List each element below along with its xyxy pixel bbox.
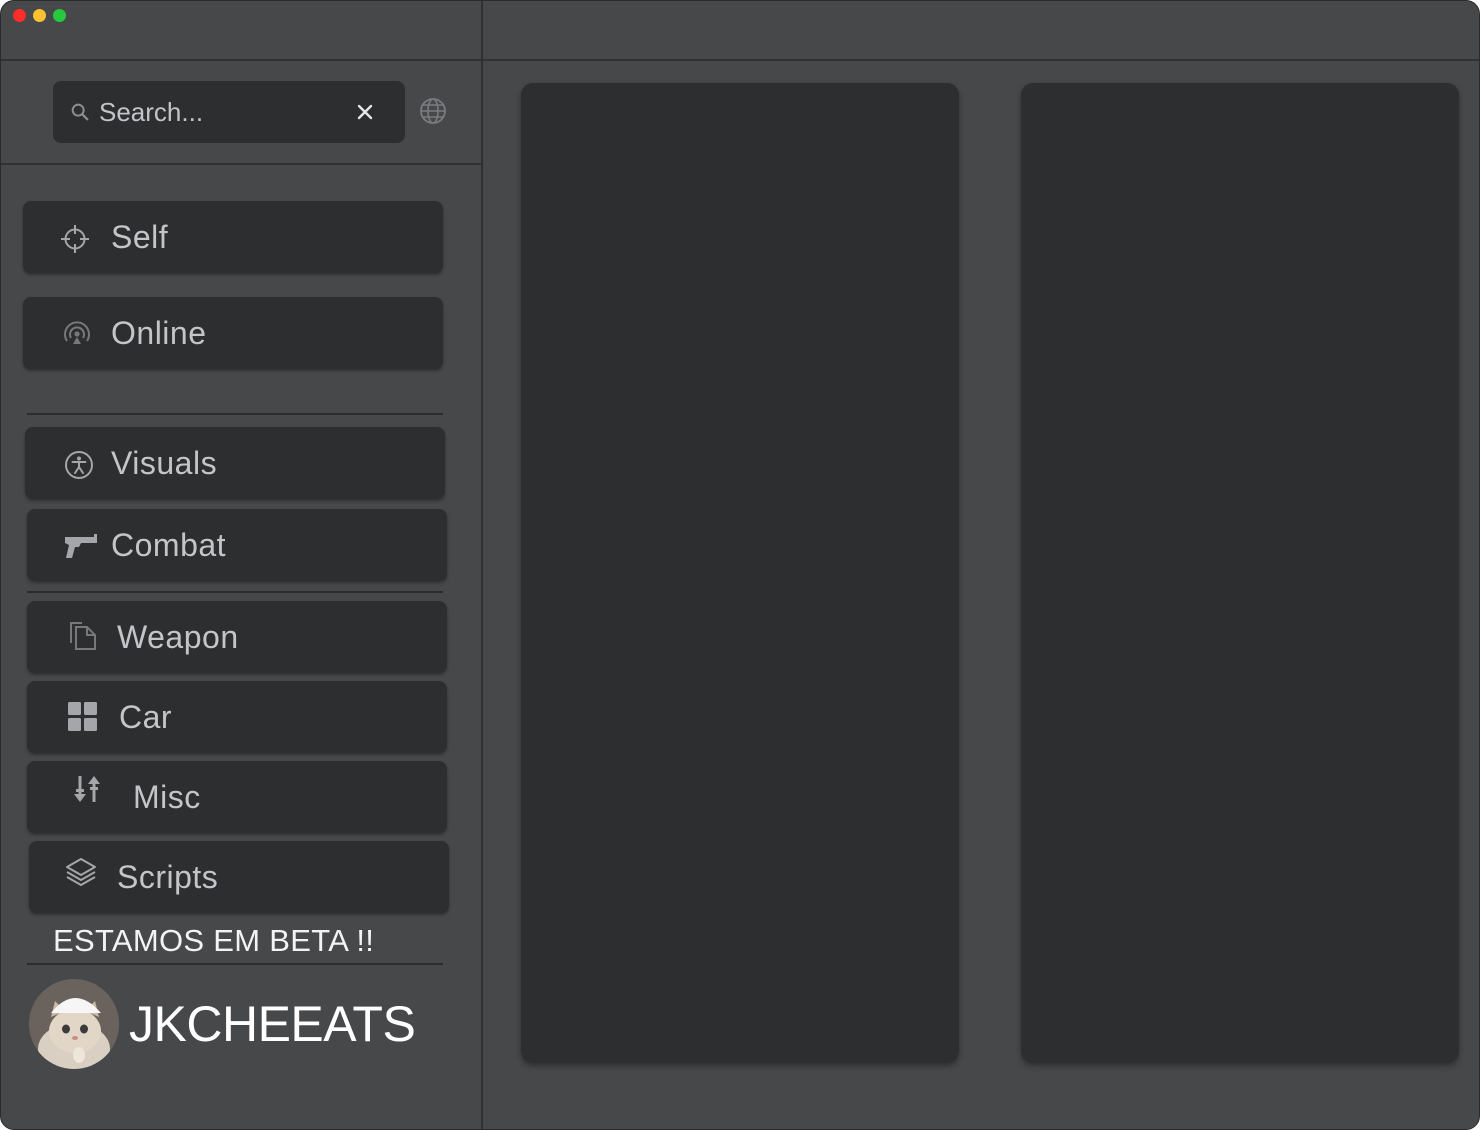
pistol-icon <box>65 534 97 558</box>
globe-icon[interactable] <box>419 97 447 125</box>
search-divider <box>1 163 481 165</box>
content-panel-left <box>521 83 959 1063</box>
nav-weapon-label: Weapon <box>117 619 239 655</box>
content-panel-right <box>1021 83 1459 1063</box>
beta-notice: ESTAMOS EM BETA !! <box>53 923 375 958</box>
nav-combat-button[interactable]: Combat <box>27 509 447 581</box>
broadcast-icon <box>64 321 90 344</box>
grid-icon <box>68 702 97 731</box>
nav-divider <box>27 413 443 415</box>
nav-car-button[interactable]: Car <box>27 681 447 753</box>
sidebar-divider <box>481 1 483 1129</box>
nav-visuals-button[interactable]: Visuals <box>25 427 445 499</box>
layers-icon <box>66 858 96 886</box>
minimize-window-button[interactable] <box>33 9 46 22</box>
close-window-button[interactable] <box>13 9 26 22</box>
cat-avatar-image <box>29 979 119 1069</box>
nav-self-label: Self <box>111 219 169 255</box>
nav-scripts-button[interactable]: Scripts <box>29 841 449 913</box>
crosshair-icon <box>61 225 89 253</box>
avatar <box>29 979 119 1069</box>
nav-online-label: Online <box>111 315 207 351</box>
nav-online-button[interactable]: Online <box>23 297 443 369</box>
nav-scripts-label: Scripts <box>117 859 219 895</box>
titlebar-divider <box>1 59 1479 61</box>
nav-weapon-button[interactable]: Weapon <box>27 601 447 673</box>
nav-self-button[interactable]: Self <box>23 201 443 273</box>
nav-divider <box>27 591 443 593</box>
brand-name: JKCHEEATS <box>129 996 416 1052</box>
zoom-window-button[interactable] <box>53 9 66 22</box>
close-icon[interactable] <box>353 100 377 124</box>
accessibility-icon <box>65 451 93 479</box>
nav-car-label: Car <box>119 699 173 735</box>
search-box[interactable] <box>53 81 405 143</box>
search-icon <box>71 103 89 121</box>
nav-combat-label: Combat <box>111 527 227 563</box>
search-input[interactable] <box>99 81 339 143</box>
app-window: Self Online Visuals Combat <box>0 0 1480 1130</box>
nav-misc-button[interactable]: Misc <box>27 761 447 833</box>
footer-divider <box>27 963 443 965</box>
sort-arrows-icon <box>74 776 100 802</box>
nav-misc-label: Misc <box>133 779 201 815</box>
nav-visuals-label: Visuals <box>111 445 218 481</box>
copy-icon <box>70 622 96 650</box>
